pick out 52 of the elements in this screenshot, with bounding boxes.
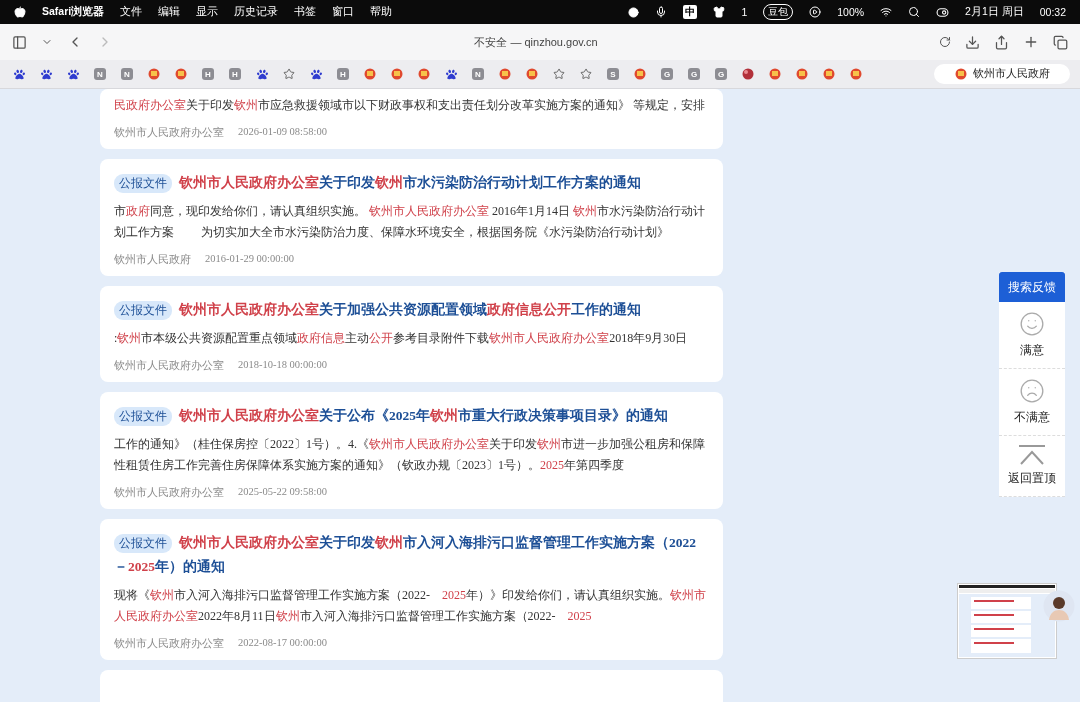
letter-icon: N [94, 68, 106, 80]
feedback-option[interactable]: 不满意 [999, 369, 1065, 436]
result-title[interactable]: 公报文件 钦州市人民政府办公室关于印发钦州市入河入海排污口监督管理工作实施方案（2022－2025年）的通知 [114, 531, 709, 579]
category-tag: 公报文件 [114, 301, 172, 320]
result-summary: 市政府同意，现印发给你们，请认真组织实施。 钦州市人民政府办公室 2016年1月14日 钦州市水污染防治行动计划工作方案 为切实加大全市水污染防治力度、保障水环境安全，根据国务院《水污染防治行动计划》 [114, 203, 706, 241]
result-date: 2018-10-18 00:00:00 [238, 359, 327, 372]
result-date: 2022-08-17 00:00:00 [238, 637, 327, 650]
menu-item[interactable]: 编辑 [158, 5, 181, 19]
shirt-count: 1 [741, 6, 748, 18]
result-source: 钦州市人民政府办公室 [114, 637, 224, 651]
battery-percent: 100% [837, 6, 865, 18]
menu-item[interactable]: 文件 [120, 5, 143, 19]
letter-icon: H [202, 68, 214, 80]
feedback-option[interactable]: 满意 [999, 302, 1065, 369]
letter-icon: G [661, 68, 673, 80]
menu-item[interactable]: 历史记录 [234, 5, 279, 19]
pinned-tab[interactable]: 钦州市人民政府 [934, 64, 1070, 84]
result-summary: 民政府办公室关于印发钦州市应急救援领域市以下财政事权和支出责任划分改革实施方案的通知》 等规定，安排 [114, 97, 706, 114]
result-summary: 现将《钦州市入河入海排污口监督管理工作实施方案（2022- 2025年）》印发给你们，请认真组织实施。钦州市人民政府办公室2022年8月11日钦州市入河入海排污口监督管理工作实施方案（2022- 2025 [114, 587, 707, 625]
result-date: 2026-01-09 08:58:00 [238, 126, 327, 139]
letter-icon: H [337, 68, 349, 80]
menu-item[interactable]: 窗口 [332, 5, 355, 19]
feedback-header: 搜索反馈 [999, 272, 1065, 302]
result-source: 钦州市人民政府办公室 [114, 486, 224, 500]
result-source: 钦州市人民政府办公室 [114, 126, 224, 140]
menubar-date[interactable]: 2月1日 周日 [965, 5, 1024, 19]
result-source: 钦州市人民政府 [114, 253, 191, 267]
result-summary: 工作的通知》（桂住保房控〔2022〕1号）。4.《钦州市人民政府办公室关于印发钦州市进一步加强公租房和保障性租赁住房工作完善住房保障体系实施方案的通知》（钦政办规〔2023〕1号）。2025年第四季度 [114, 436, 706, 474]
result-source: 钦州市人民政府办公室 [114, 359, 224, 373]
category-tag: 公报文件 [114, 534, 172, 553]
result-title[interactable]: 公报文件 钦州市人民政府办公室关于印发钦州市水污染防治行动计划工作方案的通知 [114, 171, 709, 195]
result-title[interactable]: 公报文件 钦州市人民政府办公室关于公布《2025年钦州市重大行政决策事项目录》的通知 [114, 404, 709, 428]
category-tag: 公报文件 [114, 407, 172, 426]
letter-icon: N [121, 68, 133, 80]
result-date: 2025-05-22 09:58:00 [238, 486, 327, 499]
input-method-indicator[interactable]: 中 [683, 5, 698, 19]
app-menu[interactable]: Safari浏览器 [42, 5, 105, 19]
letter-icon: G [688, 68, 700, 80]
menubar-time[interactable]: 00:32 [1039, 6, 1066, 18]
result-title[interactable]: 公报文件 钦州市人民政府办公室关于加强公共资源配置领域政府信息公开工作的通知 [114, 298, 709, 322]
category-tag: 公报文件 [114, 174, 172, 193]
feedback-option[interactable]: 返回置顶 [999, 436, 1065, 497]
menu-item[interactable]: 显示 [196, 5, 219, 19]
letter-icon: H [229, 68, 241, 80]
result-date: 2016-01-29 00:00:00 [205, 253, 294, 266]
letter-icon: N [472, 68, 484, 80]
menu-item[interactable]: 书签 [294, 5, 317, 19]
menu-item[interactable]: 帮助 [370, 5, 393, 19]
letter-icon: G [715, 68, 727, 80]
letter-icon: S [607, 68, 619, 80]
tab-label: 钦州市人民政府 [972, 67, 1050, 81]
result-summary: :钦州市本级公共资源配置重点领域政府信息主动公开参考目录附件下载钦州市人民政府办公室2018年9月30日 [114, 330, 689, 347]
